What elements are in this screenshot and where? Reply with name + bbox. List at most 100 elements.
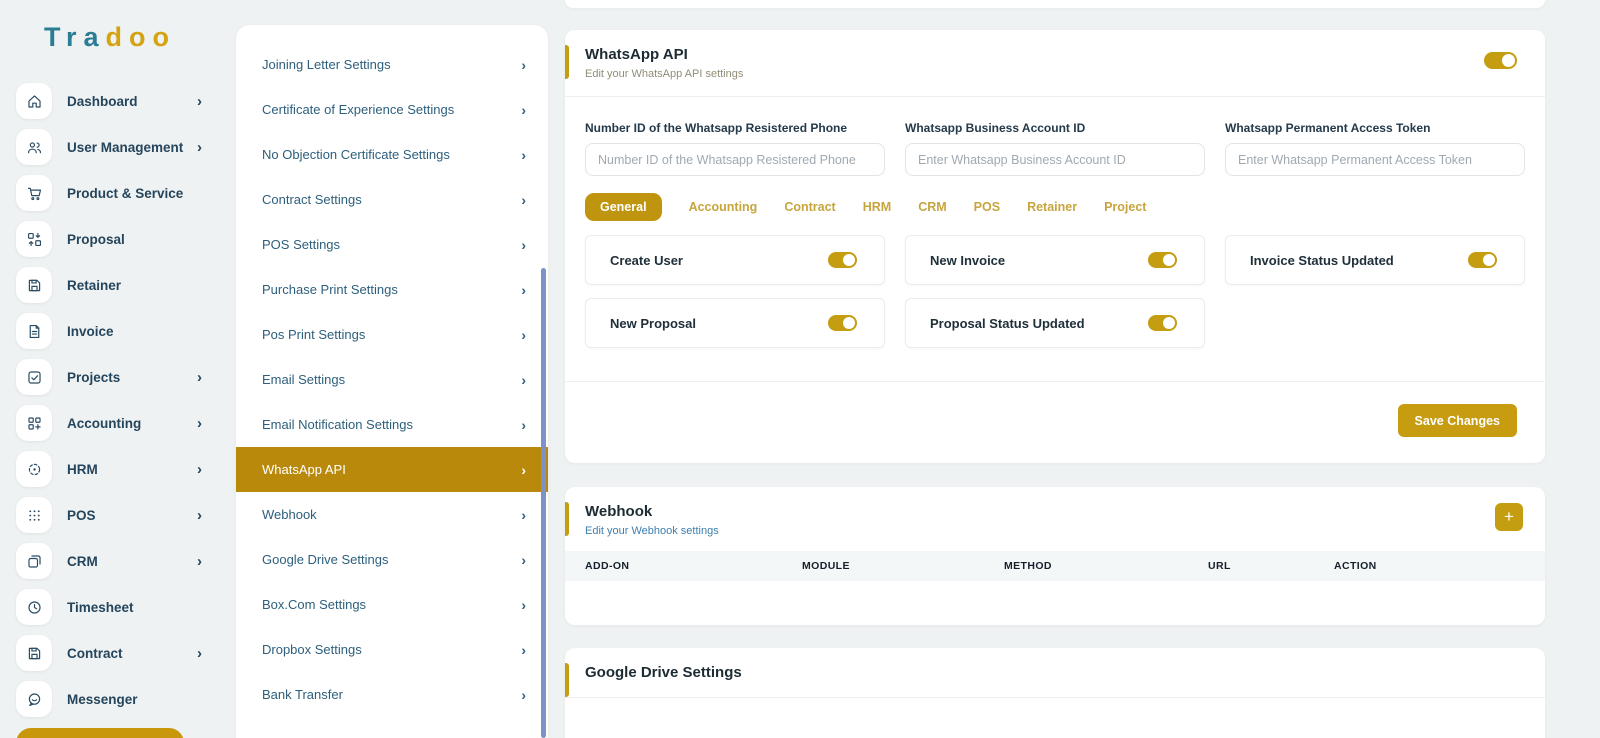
sidebar-item-timesheet[interactable]: Timesheet (16, 584, 216, 630)
tab-general[interactable]: General (585, 193, 662, 221)
settings-menu-item-label: Bank Transfer (262, 687, 343, 702)
tab-retainer[interactable]: Retainer (1027, 193, 1077, 221)
number-id-label: Number ID of the Whatsapp Resistered Pho… (585, 121, 885, 135)
chevron-right-icon: › (521, 687, 526, 703)
new-invoice-toggle[interactable] (1148, 252, 1177, 268)
chevron-right-icon: › (197, 94, 202, 109)
settings-menu-item-label: Certificate of Experience Settings (262, 102, 454, 117)
settings-menu-panel: Joining Letter Settings› Certificate of … (236, 25, 548, 738)
access-token-input[interactable] (1225, 143, 1525, 176)
tab-accounting[interactable]: Accounting (689, 193, 758, 221)
sidebar-item-invoice[interactable]: Invoice (16, 308, 216, 354)
column-header-url: URL (1208, 560, 1334, 572)
sidebar-item-projects[interactable]: Projects › (16, 354, 216, 400)
accounting-icon (16, 405, 52, 441)
column-header-action: ACTION (1334, 560, 1545, 572)
settings-scrollbar-thumb[interactable] (541, 268, 546, 738)
settings-menu-item-certificate-experience[interactable]: Certificate of Experience Settings› (236, 87, 548, 132)
toggle-card-new-proposal: New Proposal (585, 298, 885, 348)
sidebar-item-label: Timesheet (67, 600, 134, 615)
chevron-right-icon: › (521, 417, 526, 433)
sidebar-active-item-pill[interactable] (16, 728, 184, 738)
invoice-status-toggle[interactable] (1468, 252, 1497, 268)
tab-hrm[interactable]: HRM (863, 193, 891, 221)
settings-menu-item-dropbox[interactable]: Dropbox Settings› (236, 627, 548, 672)
sidebar-item-proposal[interactable]: Proposal (16, 216, 216, 262)
settings-menu-item-pos-settings[interactable]: POS Settings› (236, 222, 548, 267)
settings-menu-item-bank-transfer[interactable]: Bank Transfer › (236, 672, 548, 717)
sidebar-item-label: Projects (67, 370, 120, 385)
number-id-input[interactable] (585, 143, 885, 176)
settings-menu-item-label: WhatsApp API (262, 462, 346, 477)
chevron-right-icon: › (521, 507, 526, 523)
chevron-right-icon: › (521, 642, 526, 658)
new-proposal-toggle[interactable] (828, 315, 857, 331)
toggle-label: Invoice Status Updated (1250, 253, 1394, 268)
sidebar-item-pos[interactable]: POS › (16, 492, 216, 538)
tab-project[interactable]: Project (1104, 193, 1146, 221)
sidebar-item-label: Retainer (67, 278, 121, 293)
chevron-right-icon: › (521, 552, 526, 568)
sidebar-item-label: Product & Service (67, 186, 183, 201)
sidebar-nav: Dashboard › User Management › Product & … (16, 78, 216, 722)
settings-menu-item-box-com[interactable]: Box.Com Settings› (236, 582, 548, 627)
sidebar-item-accounting[interactable]: Accounting › (16, 400, 216, 446)
settings-menu-item-whatsapp-api[interactable]: WhatsApp API› (236, 447, 548, 492)
sidebar-item-product-service[interactable]: Product & Service (16, 170, 216, 216)
settings-menu-item-pos-print[interactable]: Pos Print Settings › (236, 312, 548, 357)
settings-menu-item-webhook[interactable]: Webhook› (236, 492, 548, 537)
access-token-label: Whatsapp Permanent Access Token (1225, 121, 1525, 135)
logo-text-secondary: doo (106, 22, 176, 52)
settings-menu-item-label: Email Settings (262, 372, 345, 387)
chevron-right-icon: › (197, 646, 202, 661)
proposal-status-toggle[interactable] (1148, 315, 1177, 331)
tab-pos[interactable]: POS (974, 193, 1000, 221)
sidebar-item-contract[interactable]: Contract › (16, 630, 216, 676)
sidebar-item-crm[interactable]: CRM › (16, 538, 216, 584)
brand-logo[interactable]: Tradoo (44, 22, 176, 53)
google-drive-card: Google Drive Settings (565, 648, 1545, 738)
settings-menu-item-label: Email Notification Settings (262, 417, 413, 432)
webhook-card-title: Webhook (585, 503, 1525, 520)
tab-contract[interactable]: Contract (784, 193, 835, 221)
settings-menu-item-label: Box.Com Settings (262, 597, 366, 612)
column-header-method: METHOD (1004, 560, 1208, 572)
sidebar-item-retainer[interactable]: Retainer (16, 262, 216, 308)
settings-menu-item-no-objection[interactable]: No Objection Certificate Settings› (236, 132, 548, 177)
chevron-right-icon: › (521, 282, 526, 298)
sidebar-item-label: Invoice (67, 324, 114, 339)
toggle-card-new-invoice: New Invoice (905, 235, 1205, 285)
sidebar-item-user-management[interactable]: User Management › (16, 124, 216, 170)
chevron-right-icon: › (197, 554, 202, 569)
sidebar-item-messenger[interactable]: Messenger (16, 676, 216, 722)
settings-menu-item-joining-letter[interactable]: Joining Letter Settings› (236, 42, 548, 87)
sidebar-item-dashboard[interactable]: Dashboard › (16, 78, 216, 124)
settings-menu-item-purchase-print[interactable]: Purchase Print Settings› (236, 267, 548, 312)
hrm-icon (16, 451, 52, 487)
settings-menu-item-label: POS Settings (262, 237, 340, 252)
settings-menu-item-label: Pos Print Settings (262, 327, 365, 342)
chevron-right-icon: › (197, 370, 202, 385)
chevron-right-icon: › (521, 327, 526, 343)
add-webhook-button[interactable]: + (1495, 503, 1523, 531)
notification-toggle-grid: Create User New Invoice Invoice Status U… (565, 221, 1545, 348)
save-row: Save Changes (565, 382, 1545, 437)
header-accent-bar (565, 502, 569, 536)
settings-menu-item-label: Google Drive Settings (262, 552, 388, 567)
whatsapp-enable-toggle[interactable] (1484, 52, 1517, 69)
sidebar-item-hrm[interactable]: HRM › (16, 446, 216, 492)
chevron-right-icon: › (197, 508, 202, 523)
sidebar-item-label: User Management (67, 140, 183, 155)
tab-crm[interactable]: CRM (918, 193, 946, 221)
whatsapp-fields-row: Number ID of the Whatsapp Resistered Pho… (565, 97, 1545, 176)
settings-menu-item-google-drive[interactable]: Google Drive Settings › (236, 537, 548, 582)
whatsapp-api-card: WhatsApp API Edit your WhatsApp API sett… (565, 30, 1545, 463)
create-user-toggle[interactable] (828, 252, 857, 268)
settings-menu-item-contract-settings[interactable]: Contract Settings› (236, 177, 548, 222)
save-changes-button[interactable]: Save Changes (1398, 404, 1517, 437)
settings-menu-item-email-settings[interactable]: Email Settings› (236, 357, 548, 402)
business-account-input[interactable] (905, 143, 1205, 176)
settings-menu-item-email-notification[interactable]: Email Notification Settings › (236, 402, 548, 447)
google-drive-card-header: Google Drive Settings (565, 648, 1545, 681)
number-id-field-group: Number ID of the Whatsapp Resistered Pho… (585, 121, 885, 176)
